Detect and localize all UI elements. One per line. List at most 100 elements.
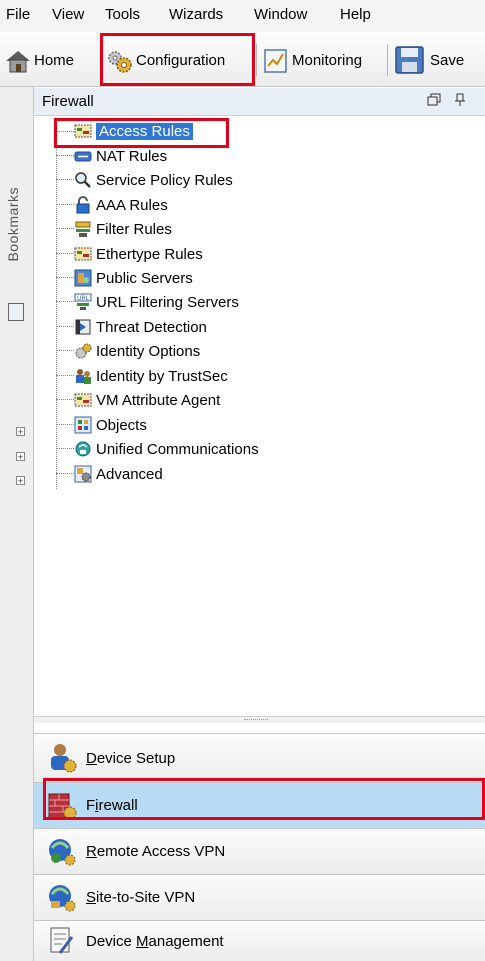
monitoring-label: Monitoring: [292, 51, 363, 69]
tree-connector: [56, 473, 74, 474]
tree-item-public-servers[interactable]: Public Servers: [74, 267, 193, 289]
url-filtering-icon: URL: [74, 293, 92, 311]
home-button[interactable]: Home: [4, 44, 74, 76]
device-management-icon: [46, 925, 78, 957]
nav-site-to-site-vpn[interactable]: Site-to-Site VPN: [34, 874, 485, 920]
tree-item-url-filtering-servers[interactable]: URL URL Filtering Servers: [74, 291, 239, 313]
bookmarks-strip: Bookmarks: [0, 87, 34, 961]
save-icon: [394, 45, 426, 75]
panel-splitter[interactable]: [34, 716, 485, 723]
tree-label: Filter Rules: [96, 220, 172, 238]
configuration-highlight-box: [100, 33, 255, 86]
threat-detection-icon: [74, 318, 92, 336]
tree-label: Objects: [96, 416, 147, 434]
menu-bar: File View Tools Wizards Window Help: [0, 0, 485, 33]
firewall-tree: + + + Access Rules NAT Rules Service Pol…: [16, 116, 485, 716]
save-button[interactable]: Save: [394, 44, 464, 76]
tree-item-vm-attribute-agent[interactable]: VM Attribute Agent: [74, 389, 220, 411]
menu-help[interactable]: Help: [340, 6, 371, 23]
firewall-highlight-box: [43, 778, 485, 820]
tree-connector: [56, 424, 74, 425]
tree-connector: [56, 228, 74, 229]
expand-toggle-advanced[interactable]: +: [16, 476, 25, 486]
device-setup-icon: [46, 742, 78, 774]
tree-connector: [56, 253, 74, 254]
advanced-icon: [74, 465, 92, 483]
tree-label: Public Servers: [96, 269, 193, 287]
remote-access-vpn-icon: [46, 836, 78, 868]
site-to-site-vpn-icon: [46, 882, 78, 914]
tree-label: VM Attribute Agent: [96, 391, 221, 409]
padlock-icon: [74, 196, 92, 214]
tree-label: NAT Rules: [96, 147, 168, 165]
nav-label: Device Setup: [86, 749, 176, 767]
tree-connector: [56, 301, 74, 302]
filter-rules-icon: [74, 220, 92, 238]
expand-toggle-unified-communications[interactable]: +: [16, 452, 25, 462]
bookmark-icon[interactable]: [8, 303, 24, 321]
ethertype-rules-icon: [74, 245, 92, 263]
nav-device-management[interactable]: Device Management: [34, 920, 485, 961]
tree-item-aaa-rules[interactable]: AAA Rules: [74, 194, 168, 216]
nav-remote-access-vpn[interactable]: Remote Access VPN: [34, 828, 485, 874]
tree-item-threat-detection[interactable]: Threat Detection: [74, 316, 207, 338]
home-icon: [4, 47, 30, 73]
tree-item-identity-options[interactable]: Identity Options: [74, 340, 200, 362]
access-rules-highlight-box: [54, 118, 229, 148]
tree-connector: [56, 399, 74, 400]
nav-label: Site-to-Site VPN: [86, 889, 196, 906]
pin-icon[interactable]: [454, 93, 466, 110]
home-label: Home: [34, 51, 75, 69]
tree-label: Identity by TrustSec: [96, 367, 228, 385]
nav-label: Remote Access VPN: [86, 843, 226, 860]
tree-connector: [56, 277, 74, 278]
vm-attribute-icon: [74, 391, 92, 409]
public-servers-icon: [74, 269, 92, 287]
tree-item-advanced[interactable]: Advanced: [74, 463, 163, 485]
tree-label: URL Filtering Servers: [96, 293, 239, 311]
tree-item-ethertype-rules[interactable]: Ethertype Rules: [74, 243, 203, 265]
menu-file[interactable]: File: [6, 6, 30, 23]
tree-item-service-policy-rules[interactable]: Service Policy Rules: [74, 169, 233, 191]
toolbar-divider: [387, 44, 388, 76]
splitter-grip: [244, 719, 268, 722]
tree-connector: [56, 350, 74, 351]
unified-communications-icon: [74, 440, 92, 458]
tree-label: Ethertype Rules: [96, 245, 203, 263]
panel-title: Firewall: [42, 93, 94, 110]
svg-text:URL: URL: [77, 295, 90, 302]
nav-label: Device Management: [86, 932, 224, 950]
tree-connector: [56, 375, 74, 376]
restore-icon[interactable]: [427, 93, 441, 110]
monitoring-icon: [262, 47, 288, 73]
save-label: Save: [430, 51, 465, 69]
tree-label: AAA Rules: [96, 196, 168, 214]
nav-device-setup[interactable]: Device Setup: [34, 733, 485, 782]
trustsec-icon: [74, 367, 92, 385]
menu-view[interactable]: View: [52, 6, 84, 23]
tree-connector: [56, 448, 74, 449]
tree-connector: [56, 204, 74, 205]
tree-label: Threat Detection: [96, 318, 207, 336]
monitoring-button[interactable]: Monitoring: [262, 44, 362, 76]
tree-label: Unified Communications: [96, 440, 259, 458]
identity-options-icon: [74, 342, 92, 360]
tree-label: Service Policy Rules: [96, 171, 233, 189]
tree-label: Advanced: [96, 465, 163, 483]
expand-toggle-objects[interactable]: +: [16, 427, 25, 437]
menu-window[interactable]: Window: [254, 6, 307, 23]
tree-item-unified-communications[interactable]: Unified Communications: [74, 438, 259, 460]
tree-connector: [56, 326, 74, 327]
tree-item-identity-by-trustsec[interactable]: Identity by TrustSec: [74, 365, 228, 387]
menu-tools[interactable]: Tools: [105, 6, 140, 23]
tree-item-nat-rules[interactable]: NAT Rules: [74, 145, 167, 167]
bookmarks-tab[interactable]: Bookmarks: [5, 187, 21, 262]
panel-header: Firewall: [34, 88, 485, 116]
tree-item-filter-rules[interactable]: Filter Rules: [74, 218, 172, 240]
tree-connector: [56, 155, 74, 156]
nat-rules-icon: [74, 147, 92, 165]
objects-icon: [74, 416, 92, 434]
tree-item-objects[interactable]: Objects: [74, 414, 147, 436]
toolbar-divider: [256, 44, 257, 76]
menu-wizards[interactable]: Wizards: [169, 6, 223, 23]
